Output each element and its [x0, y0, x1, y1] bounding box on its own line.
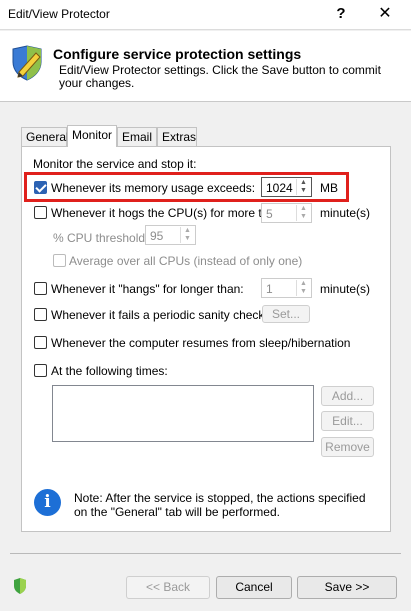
header-description: Edit/View Protector settings. Click the …	[59, 63, 381, 90]
memory-limit-stepper[interactable]: 1024 ▲ ▼	[261, 177, 312, 197]
memory-unit: MB	[320, 181, 338, 195]
cpu-threshold-value: 95	[150, 229, 164, 243]
cancel-button[interactable]: Cancel	[216, 576, 292, 599]
sanity-check-checkbox[interactable]	[34, 308, 47, 321]
spin-up-icon[interactable]: ▲	[297, 179, 310, 187]
monitor-section-label: Monitor the service and stop it:	[33, 157, 197, 171]
remove-time-button[interactable]: Remove	[321, 437, 374, 457]
cpu-label: Whenever it hogs the CPU(s) for more tha…	[51, 206, 286, 220]
spin-down-icon[interactable]: ▼	[181, 235, 194, 243]
hangs-duration-stepper[interactable]: 1 ▲ ▼	[261, 278, 312, 298]
cpu-duration-value: 5	[266, 207, 273, 221]
save-button[interactable]: Save >>	[297, 576, 397, 599]
hangs-label: Whenever it "hangs" for longer than:	[51, 282, 244, 296]
add-time-button[interactable]: Add...	[321, 386, 374, 406]
times-checkbox[interactable]	[34, 364, 47, 377]
spin-up-icon[interactable]: ▲	[297, 205, 310, 213]
resume-checkbox[interactable]	[34, 336, 47, 349]
hangs-duration-value: 1	[266, 282, 273, 296]
cpu-threshold-stepper[interactable]: 95 ▲ ▼	[145, 225, 196, 245]
times-list[interactable]	[52, 385, 314, 442]
cpu-duration-stepper[interactable]: 5 ▲ ▼	[261, 203, 312, 223]
cpu-threshold-label: % CPU threshold:	[53, 231, 149, 245]
spin-down-icon[interactable]: ▼	[297, 288, 310, 296]
monitor-panel: Monitor the service and stop it: Wheneve…	[21, 146, 391, 532]
sanity-set-button[interactable]: Set...	[262, 305, 310, 323]
title-bar: Edit/View Protector ? ✕	[0, 0, 411, 30]
close-icon[interactable]: ✕	[372, 3, 398, 25]
footer-separator	[10, 553, 401, 554]
hangs-checkbox[interactable]	[34, 282, 47, 295]
header-title: Configure service protection settings	[53, 46, 302, 62]
tab-general[interactable]: General	[21, 127, 69, 146]
info-icon: i	[34, 489, 61, 516]
memory-label: Whenever its memory usage exceeds:	[51, 181, 256, 195]
tab-email[interactable]: Email	[117, 127, 157, 146]
memory-limit-value: 1024	[266, 181, 293, 195]
window-title: Edit/View Protector	[8, 7, 110, 21]
hangs-unit: minute(s)	[320, 282, 371, 296]
spin-up-icon[interactable]: ▲	[181, 227, 194, 235]
average-cpus-label: Average over all CPUs (instead of only o…	[69, 254, 303, 268]
average-cpus-checkbox[interactable]	[53, 254, 66, 267]
dialog-header: Configure service protection settings Ed…	[0, 31, 411, 102]
cpu-checkbox[interactable]	[34, 206, 47, 219]
times-label: At the following times:	[51, 364, 168, 378]
spin-down-icon[interactable]: ▼	[297, 213, 310, 221]
sanity-check-label: Whenever it fails a periodic sanity chec…	[51, 308, 265, 322]
memory-checkbox[interactable]	[34, 181, 47, 194]
spin-down-icon[interactable]: ▼	[297, 187, 310, 195]
spin-up-icon[interactable]: ▲	[297, 280, 310, 288]
edit-time-button[interactable]: Edit...	[321, 411, 374, 431]
resume-label: Whenever the computer resumes from sleep…	[51, 336, 351, 350]
cpu-unit: minute(s)	[320, 206, 371, 220]
shield-icon	[14, 578, 26, 594]
back-button[interactable]: << Back	[126, 576, 210, 599]
shield-pencil-icon	[12, 45, 42, 81]
note-text: Note: After the service is stopped, the …	[74, 491, 366, 519]
tab-extras[interactable]: Extras	[157, 127, 197, 146]
help-icon[interactable]: ?	[330, 3, 352, 25]
tab-monitor[interactable]: Monitor	[67, 125, 117, 147]
